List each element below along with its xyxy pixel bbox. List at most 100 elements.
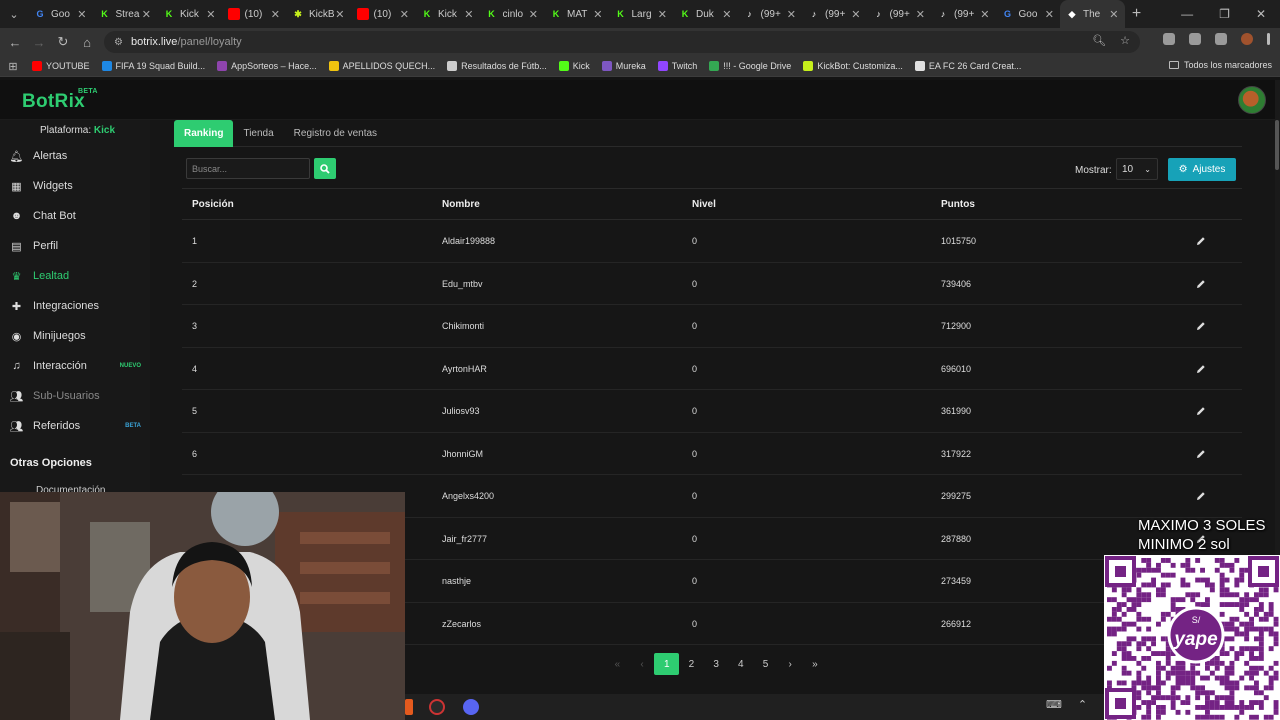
last-page-button[interactable]: »	[803, 653, 828, 675]
close-tab-icon[interactable]: ✕	[400, 8, 409, 21]
app-taskbar-icon[interactable]	[405, 699, 413, 715]
edit-pencil-icon[interactable]	[1196, 475, 1206, 518]
close-tab-icon[interactable]: ✕	[142, 8, 151, 21]
sidebar-item-minijuegos[interactable]: ◉ Minijuegos	[0, 324, 150, 348]
botrix-logo[interactable]: BotRix BETA	[22, 88, 97, 113]
tab-shop[interactable]: Tienda	[233, 120, 283, 147]
bookmark-item[interactable]: Twitch	[652, 61, 704, 71]
browser-tab[interactable]: K Larg ✕	[609, 0, 674, 28]
page-button[interactable]: 1	[654, 653, 680, 675]
tab-ranking[interactable]: Ranking	[174, 120, 234, 147]
bookmark-item[interactable]: Kick	[553, 61, 596, 71]
sidebar-item-sub-usuarios[interactable]: 👥︎ Sub-Usuarios	[0, 384, 150, 408]
avatar[interactable]	[1238, 86, 1266, 114]
close-tab-icon[interactable]: ✕	[464, 8, 473, 21]
page-size-select[interactable]: 10 ⌄	[1116, 158, 1158, 180]
edit-pencil-icon[interactable]	[1196, 348, 1206, 391]
close-tab-icon[interactable]: ✕	[787, 8, 796, 21]
reload-button[interactable]: ↻	[51, 34, 75, 50]
bookmark-item[interactable]: AppSorteos – Hace...	[211, 61, 323, 71]
extension-icon[interactable]	[1163, 33, 1175, 45]
tray-chevron-icon[interactable]: ⌃	[1078, 698, 1087, 711]
bookmark-item[interactable]: Resultados de Fútb...	[441, 61, 553, 71]
site-info-icon[interactable]: ⚙	[114, 37, 123, 48]
edit-pencil-icon[interactable]	[1196, 220, 1206, 263]
browser-tab[interactable]: (10) ✕	[222, 0, 287, 28]
close-tab-icon[interactable]: ✕	[1045, 8, 1054, 21]
close-tab-icon[interactable]: ✕	[77, 8, 86, 21]
browser-tab[interactable]: K Kick ✕	[415, 0, 480, 28]
tab-search-button[interactable]: ⌄	[0, 0, 28, 28]
prev-page-button[interactable]: ‹	[630, 653, 655, 675]
browser-tab[interactable]: ♪ (99+ ✕	[931, 0, 996, 28]
next-page-button[interactable]: ›	[778, 653, 803, 675]
restore-button[interactable]: ❐	[1219, 7, 1230, 21]
back-button[interactable]: ←	[3, 35, 27, 50]
browser-tab[interactable]: Kcinlo ✕	[480, 0, 545, 28]
page-button[interactable]: 4	[728, 653, 753, 675]
close-tab-icon[interactable]: ✕	[1109, 8, 1118, 21]
close-tab-icon[interactable]: ✕	[206, 8, 215, 21]
apps-grid-icon[interactable]: ⊞	[0, 60, 26, 73]
close-tab-icon[interactable]: ✕	[335, 8, 344, 21]
sidebar-item-chat-bot[interactable]: ☻ Chat Bot	[0, 204, 150, 228]
obs-icon[interactable]	[429, 699, 445, 715]
bookmark-item[interactable]: EA FC 26 Card Creat...	[909, 61, 1028, 71]
close-tab-icon[interactable]: ✕	[593, 8, 602, 21]
edit-pencil-icon[interactable]	[1196, 305, 1206, 348]
zoom-icon[interactable]: 🔍︎	[1092, 34, 1106, 47]
sidebar-item-alertas[interactable]: 🔔︎ Alertas	[0, 144, 150, 168]
edit-pencil-icon[interactable]	[1196, 263, 1206, 306]
tab-sales-log[interactable]: Registro de ventas	[284, 120, 387, 147]
browser-tab[interactable]: (10) ✕	[351, 0, 416, 28]
new-tab-button[interactable]: +	[1125, 5, 1149, 23]
media-icon[interactable]	[1215, 33, 1227, 45]
discord-icon[interactable]	[463, 699, 479, 715]
page-button[interactable]: 2	[679, 653, 704, 675]
sidebar-item-perfil[interactable]: ▤ Perfil	[0, 234, 150, 258]
first-page-button[interactable]: «	[605, 653, 630, 675]
browser-tab[interactable]: ♪ (99+ ✕	[802, 0, 867, 28]
bookmark-item[interactable]: APELLIDOS QUECH...	[323, 61, 442, 71]
bookmark-item[interactable]: !!! - Google Drive	[703, 61, 797, 71]
settings-button[interactable]: ⚙ Ajustes	[1168, 158, 1236, 181]
minimize-button[interactable]: —	[1181, 7, 1193, 21]
browser-tab[interactable]: G Goo ✕	[996, 0, 1061, 28]
browser-tab[interactable]: ♪ (99+ ✕	[738, 0, 803, 28]
close-tab-icon[interactable]: ✕	[271, 8, 280, 21]
sidebar-item-integraciones[interactable]: ✚ Integraciones	[0, 294, 150, 318]
browser-tab[interactable]: ◆ The ✕	[1060, 0, 1125, 28]
forward-button[interactable]: →	[27, 35, 51, 50]
bookmark-item[interactable]: FIFA 19 Squad Build...	[96, 61, 212, 71]
browser-tab[interactable]: ♪ (99+ ✕	[867, 0, 932, 28]
browser-tab[interactable]: K Kick ✕	[157, 0, 222, 28]
page-button[interactable]: 3	[704, 653, 729, 675]
sidebar-item-widgets[interactable]: ▦ Widgets	[0, 174, 150, 198]
home-button[interactable]: ⌂	[75, 35, 99, 50]
bookmark-star-icon[interactable]: ☆	[1120, 34, 1130, 47]
sidebar-item-interacci-n[interactable]: ♫ Interacción NUEVO	[0, 354, 150, 378]
browser-tab[interactable]: K MAT ✕	[544, 0, 609, 28]
sidebar-item-lealtad[interactable]: ♛ Lealtad	[0, 264, 150, 288]
close-tab-icon[interactable]: ✕	[851, 8, 860, 21]
browser-tab[interactable]: ✱ KickB ✕	[286, 0, 351, 28]
close-tab-icon[interactable]: ✕	[916, 8, 925, 21]
close-window-button[interactable]: ✕	[1256, 7, 1266, 21]
sidebar-item-referidos[interactable]: 👥︎ Referidos BETA	[0, 414, 150, 438]
all-bookmarks-button[interactable]: Todos los marcadores	[1168, 60, 1272, 70]
close-tab-icon[interactable]: ✕	[658, 8, 667, 21]
search-button[interactable]	[314, 158, 336, 179]
url-bar[interactable]: ⚙ botrix.live/panel/loyalty	[104, 31, 1140, 53]
browser-tab[interactable]: K Duk ✕	[673, 0, 738, 28]
close-tab-icon[interactable]: ✕	[529, 8, 538, 21]
bookmark-item[interactable]: KickBot: Customiza...	[797, 61, 909, 71]
browser-tab[interactable]: G Goo ✕	[28, 0, 93, 28]
puzzle-icon[interactable]	[1189, 33, 1201, 45]
search-input[interactable]	[186, 158, 310, 179]
edit-pencil-icon[interactable]	[1196, 390, 1206, 433]
profile-icon[interactable]	[1241, 33, 1253, 45]
menu-icon[interactable]	[1267, 33, 1270, 45]
close-tab-icon[interactable]: ✕	[980, 8, 989, 21]
page-button[interactable]: 5	[753, 653, 778, 675]
bookmark-item[interactable]: Mureka	[596, 61, 652, 71]
